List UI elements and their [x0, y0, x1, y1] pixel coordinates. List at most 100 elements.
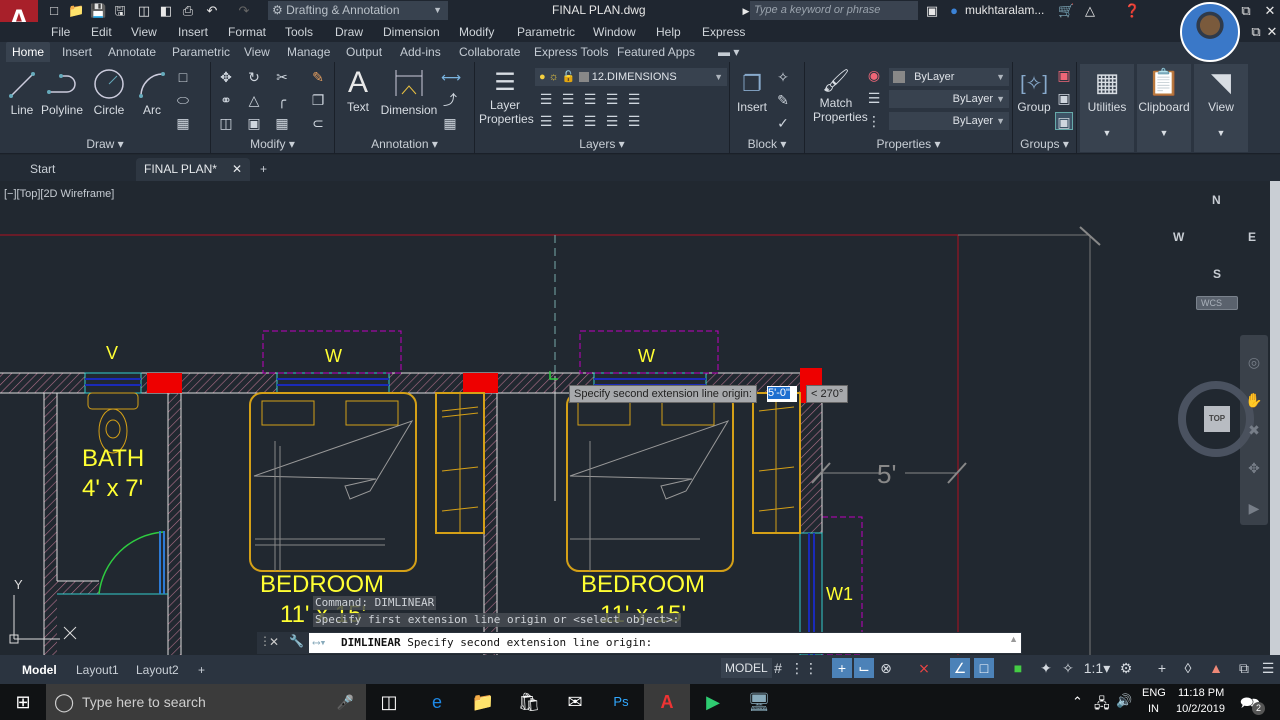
- scale-icon[interactable]: ▣: [245, 114, 263, 132]
- steering-wheel-icon[interactable]: ◎: [1245, 353, 1263, 371]
- ungroup-icon[interactable]: ▣: [1055, 66, 1073, 84]
- help-icon[interactable]: ❓: [1124, 3, 1140, 19]
- mirror-icon[interactable]: △: [245, 91, 263, 109]
- linetype-dropdown[interactable]: ByLayer ▼: [889, 90, 1009, 108]
- user-account[interactable]: mukhtaralam...: [965, 3, 1044, 17]
- array-icon[interactable]: ▦: [273, 114, 291, 132]
- tab-start[interactable]: Start: [14, 158, 134, 181]
- object-snap-tracking-icon[interactable]: ∠: [950, 658, 970, 678]
- annotation-monitor-icon[interactable]: +: [1152, 658, 1172, 678]
- user-icon[interactable]: ●: [946, 3, 962, 19]
- line-button[interactable]: Line: [6, 70, 38, 117]
- edit-block-icon[interactable]: ✎: [774, 91, 792, 109]
- draw-panel-title[interactable]: Draw ▾: [0, 137, 210, 151]
- menu-file[interactable]: File: [51, 25, 70, 39]
- save-as-icon[interactable]: 🖫: [112, 3, 128, 19]
- move-icon[interactable]: ✥: [217, 68, 235, 86]
- compass-west[interactable]: W: [1173, 230, 1184, 244]
- compass-north[interactable]: N: [1212, 193, 1221, 207]
- tab-featured-apps[interactable]: Featured Apps: [617, 45, 695, 59]
- menu-insert[interactable]: Insert: [178, 25, 208, 39]
- tab-output[interactable]: Output: [346, 45, 382, 59]
- polyline-button[interactable]: Polyline: [40, 70, 84, 117]
- menu-dimension[interactable]: Dimension: [383, 25, 440, 39]
- tab-layout1[interactable]: Layout1: [68, 659, 127, 681]
- new-tab-button[interactable]: +: [250, 158, 277, 181]
- mail-icon[interactable]: ✉: [552, 684, 598, 720]
- drawing-viewport[interactable]: [−][Top][2D Wireframe] V W W W1 BATH 4' …: [0, 181, 1270, 655]
- task-view-icon[interactable]: ◫: [366, 684, 412, 720]
- arc-button[interactable]: Arc: [136, 70, 168, 117]
- tab-model[interactable]: Model: [14, 659, 65, 681]
- layer-make-current-icon[interactable]: ☰: [559, 112, 577, 130]
- compass-east[interactable]: E: [1248, 230, 1256, 244]
- block-panel-title[interactable]: Block ▾: [730, 137, 804, 151]
- close-command-icon[interactable]: ✕: [269, 635, 279, 649]
- tab-annotate[interactable]: Annotate: [108, 45, 156, 59]
- redo-icon[interactable]: ↷: [236, 3, 252, 19]
- offset-icon[interactable]: ⊂: [309, 114, 327, 132]
- autocad-taskbar-icon[interactable]: A: [644, 684, 690, 720]
- insert-block-button[interactable]: ❐ Insert: [734, 68, 770, 114]
- plot-icon[interactable]: ⎙: [180, 3, 196, 19]
- tab-final-plan[interactable]: FINAL PLAN* ✕: [136, 158, 250, 181]
- tab-view[interactable]: View: [244, 45, 270, 59]
- modify-panel-title[interactable]: Modify ▾: [211, 137, 334, 151]
- annotation-visibility-icon[interactable]: ✦: [1036, 658, 1056, 678]
- isolate-objects-icon[interactable]: ◊: [1178, 658, 1198, 678]
- taskbar-search[interactable]: ◯ Type here to search 🎤: [46, 684, 366, 720]
- menu-view[interactable]: View: [131, 25, 157, 39]
- layer-properties-button[interactable]: ☰ Layer Properties: [479, 68, 534, 126]
- leader-icon[interactable]: ⤴: [441, 91, 459, 109]
- layer-lock-icon[interactable]: ☰: [603, 90, 621, 108]
- circle-button[interactable]: Circle: [92, 68, 126, 117]
- menu-parametric[interactable]: Parametric: [517, 25, 575, 39]
- ellipse-icon[interactable]: ⬭: [174, 91, 192, 109]
- annotation-scale[interactable]: 1:1▾: [1082, 658, 1112, 678]
- command-history-toggle[interactable]: ▲: [1009, 634, 1018, 644]
- layers-panel-title[interactable]: Layers ▾: [475, 137, 729, 151]
- clock-time[interactable]: 11:18 PM: [1178, 687, 1224, 699]
- close-window-icon[interactable]: ✕: [1262, 3, 1278, 19]
- tab-insert[interactable]: Insert: [62, 45, 92, 59]
- microphone-icon[interactable]: 🎤: [337, 684, 354, 720]
- layer-unlock-icon[interactable]: ☰: [603, 112, 621, 130]
- region-indicator[interactable]: IN: [1148, 703, 1159, 715]
- clean-screen-icon[interactable]: ⧉: [1234, 658, 1254, 678]
- customize-wrench-icon[interactable]: 🔧: [289, 634, 304, 648]
- viewcube-top[interactable]: TOP: [1204, 406, 1230, 432]
- tab-express-tools[interactable]: Express Tools: [534, 45, 608, 59]
- menu-format[interactable]: Format: [228, 25, 266, 39]
- ribbon-toggle-icon[interactable]: ▬ ▾: [718, 45, 739, 59]
- pan-hand-icon[interactable]: ✋: [1245, 391, 1263, 409]
- a360-icon[interactable]: △: [1082, 3, 1098, 19]
- tab-add-ins[interactable]: Add-ins: [400, 45, 441, 59]
- snap-mode-icon[interactable]: ⋮⋮: [790, 658, 818, 678]
- layer-thaw-icon[interactable]: ☰: [581, 112, 599, 130]
- show-hidden-icons[interactable]: ⌃: [1072, 694, 1083, 710]
- showmotion-icon[interactable]: ▶: [1245, 499, 1263, 517]
- text-button[interactable]: A Text: [341, 66, 375, 114]
- help-search-input[interactable]: Type a keyword or phrase: [750, 1, 918, 20]
- dynamic-input-angle[interactable]: < 270°: [806, 385, 848, 403]
- save-web-icon[interactable]: ◧: [158, 3, 174, 19]
- open-web-icon[interactable]: ◫: [136, 3, 152, 19]
- menu-express[interactable]: Express: [702, 25, 745, 39]
- rotate-icon[interactable]: ↻: [245, 68, 263, 86]
- customization-menu-icon[interactable]: ☰: [1258, 658, 1278, 678]
- create-block-icon[interactable]: ✧: [774, 68, 792, 86]
- tab-parametric[interactable]: Parametric: [172, 45, 230, 59]
- lineweight-dropdown[interactable]: ByLayer ▼: [889, 112, 1009, 130]
- match-properties-button[interactable]: 🖌 Match Properties: [813, 66, 868, 124]
- hardware-acceleration-icon[interactable]: ▲: [1206, 658, 1226, 678]
- properties-panel-title[interactable]: Properties ▾: [805, 137, 1012, 151]
- erase-icon[interactable]: ✎: [309, 68, 327, 86]
- close-drawing-icon[interactable]: ✕: [1264, 24, 1280, 40]
- layer-freeze-icon[interactable]: ☰: [581, 90, 599, 108]
- trim-icon[interactable]: ✂: [273, 68, 291, 86]
- tab-manage[interactable]: Manage: [287, 45, 330, 59]
- groups-panel-title[interactable]: Groups ▾: [1013, 137, 1076, 151]
- menu-draw[interactable]: Draw: [335, 25, 363, 39]
- isodraft-icon[interactable]: ⨯: [914, 658, 934, 678]
- copy-icon[interactable]: ⚭: [217, 91, 235, 109]
